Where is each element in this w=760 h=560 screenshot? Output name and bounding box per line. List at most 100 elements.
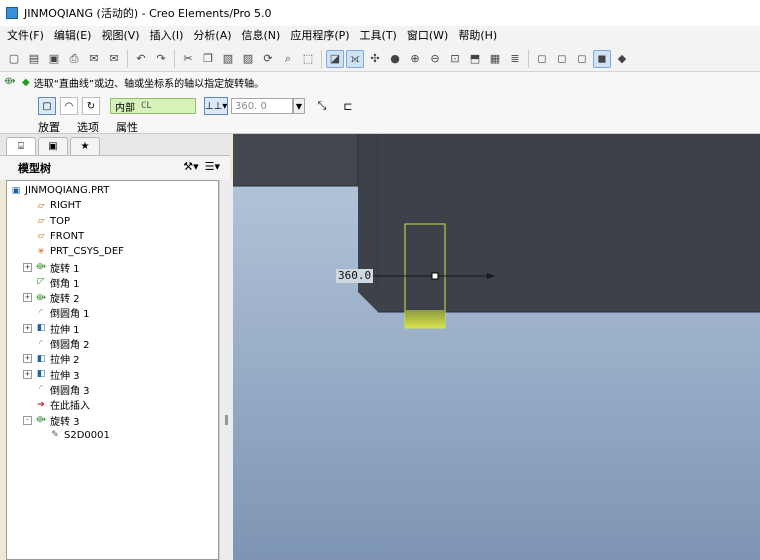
redo-icon[interactable]: ↷ — [152, 50, 170, 68]
graphics-window[interactable]: 360.0 — [233, 134, 760, 560]
tree-item[interactable]: ▱ RIGHT — [23, 198, 82, 213]
expand-icon[interactable]: + — [23, 354, 32, 364]
drag-handle[interactable] — [431, 272, 439, 280]
tree-item-label: 拉伸 1 — [50, 324, 80, 336]
zoom-in-icon[interactable]: ⊕ — [406, 50, 424, 68]
angle-dropdown-icon[interactable]: ▼ — [293, 98, 305, 114]
round-icon: ◜ — [39, 307, 43, 318]
reorient-icon[interactable]: ⬒ — [466, 50, 484, 68]
tree-item-label: 旋转 3 — [50, 416, 80, 428]
tree-item[interactable]: ➔ 在此插入 — [23, 397, 90, 413]
tree-item[interactable]: ▱ FRONT — [23, 229, 85, 244]
spin-center-icon[interactable]: ✣ — [366, 50, 384, 68]
favorites-tab[interactable]: ★ — [70, 137, 100, 155]
copy-icon[interactable]: ❐ — [199, 50, 217, 68]
model-tree: ▣ JINMOQIANG.PRT ▱ RIGHT ▱ TOP ▱ FRONT ✳ PRT_CSYS… — [6, 180, 219, 560]
flip-direction-icon[interactable]: ⤡ — [313, 97, 331, 115]
expand-icon[interactable]: + — [23, 323, 32, 333]
tree-item-label: 倒圆角 1 — [50, 309, 90, 321]
tree-item[interactable]: + ⟴ 旋转 1 — [23, 260, 80, 275]
splitter-grip-icon[interactable] — [225, 415, 228, 425]
tree-item[interactable]: ▣ JINMOQIANG.PRT — [9, 183, 110, 198]
email-icon[interactable]: ✉ — [85, 50, 103, 68]
revolve-axis-button[interactable]: ↻ — [82, 97, 100, 115]
tree-item[interactable]: ◜ 倒圆角 1 — [23, 305, 90, 321]
angle-input[interactable]: 360. 0 — [231, 98, 293, 114]
hidden-line-icon[interactable]: ◻ — [553, 50, 571, 68]
shading-icon[interactable]: ● — [386, 50, 404, 68]
tree-item[interactable]: ◸ 倒角 1 — [23, 275, 80, 290]
paste-icon[interactable]: ▧ — [219, 50, 237, 68]
axis-collector-value: 内部 — [115, 102, 135, 114]
open-file-icon[interactable]: ▤ — [25, 50, 43, 68]
angle-option-button[interactable]: ⊥⊥▾ — [204, 97, 228, 115]
tree-item[interactable]: ◜ 倒圆角 2 — [23, 336, 89, 352]
datum-display-icon[interactable]: ⟗ — [346, 49, 364, 68]
menu-file[interactable]: 文件(F) — [2, 26, 49, 46]
no-hidden-icon[interactable]: ◻ — [573, 50, 591, 68]
solid-type-button[interactable]: ▢ — [38, 97, 56, 115]
model-view[interactable] — [233, 134, 760, 560]
sketch-profile-fill — [405, 310, 445, 328]
tree-item[interactable]: ✳ PRT_CSYS_DEF — [23, 244, 124, 259]
wireframe-icon[interactable]: ◻ — [533, 50, 551, 68]
cut-icon[interactable]: ✂ — [179, 50, 197, 68]
expand-icon[interactable]: + — [23, 293, 32, 303]
tree-item[interactable]: + ⟴ 旋转 2 — [23, 290, 80, 305]
tree-item-label: TOP — [50, 215, 71, 227]
zoom-out-icon[interactable]: ⊖ — [426, 50, 444, 68]
angle-dimension[interactable]: 360.0 — [336, 269, 374, 283]
menu-insert[interactable]: 插入(I) — [145, 26, 189, 46]
tree-item[interactable]: ✎ S2D0001 — [37, 428, 110, 443]
creo-app-icon — [6, 7, 18, 19]
menu-window[interactable]: 窗口(W) — [402, 26, 453, 46]
find-icon[interactable]: ⌕ — [279, 50, 297, 68]
tree-item[interactable]: + ◧ 拉伸 1 — [23, 321, 80, 336]
select-box-icon[interactable]: ⬚ — [299, 50, 317, 68]
folder-browser-tab[interactable]: ▣ — [38, 137, 68, 155]
tree-item[interactable]: + ◧ 拉伸 2 — [23, 351, 80, 366]
toolbar-separator — [127, 49, 128, 68]
message-arrow-icon: ◆ — [22, 76, 30, 88]
email-link-icon[interactable]: ✉ — [105, 50, 123, 68]
axis-collector[interactable]: 内部 CL — [110, 98, 196, 114]
properties-tab[interactable]: 属性 — [116, 119, 138, 135]
paste-special-icon[interactable]: ▨ — [239, 50, 257, 68]
refit-icon[interactable]: ⊡ — [446, 50, 464, 68]
tree-item[interactable]: ◜ 倒圆角 3 — [23, 382, 89, 397]
menu-edit[interactable]: 编辑(E) — [49, 26, 97, 46]
menu-tools[interactable]: 工具(T) — [355, 26, 402, 46]
regenerate-icon[interactable]: ⟳ — [259, 50, 277, 68]
options-tab[interactable]: 选项 — [77, 119, 99, 135]
panel-splitter[interactable] — [219, 180, 233, 560]
model-tree-tab[interactable]: ⌸ — [6, 137, 36, 155]
menu-applications[interactable]: 应用程序(P) — [285, 26, 354, 46]
shaded-icon[interactable]: ◼ — [593, 49, 611, 68]
main-toolbar: ▢ ▤ ▣ ⎙ ✉ ✉ ↶ ↷ ✂ ❐ ▧ ▨ ⟳ ⌕ ⬚ ◪ ⟗ ✣ ● ⊕ … — [0, 46, 760, 72]
tree-item[interactable]: ▱ TOP — [23, 214, 70, 229]
remove-material-icon[interactable]: ⊏ — [339, 97, 357, 115]
expand-icon[interactable]: + — [23, 262, 32, 272]
tree-item[interactable]: + ◧ 拉伸 3 — [23, 367, 80, 382]
menu-info[interactable]: 信息(N) — [237, 26, 286, 46]
tree-item-label: 旋转 1 — [50, 263, 80, 275]
menu-analysis[interactable]: 分析(A) — [188, 26, 236, 46]
new-file-icon[interactable]: ▢ — [5, 50, 23, 68]
placement-tab[interactable]: 放置 — [38, 119, 60, 135]
tree-item[interactable]: - ⟴ 旋转 3 — [23, 413, 80, 428]
saved-views-icon[interactable]: ▦ — [486, 50, 504, 68]
expand-icon[interactable]: + — [23, 369, 32, 379]
datum-plane-icon: ▱ — [37, 231, 45, 242]
print-icon[interactable]: ⎙ — [65, 50, 83, 68]
tree-settings-icon[interactable]: ⚒▾ — [183, 160, 198, 173]
save-icon[interactable]: ▣ — [45, 50, 63, 68]
more-toolbar-icon[interactable]: ◆ — [613, 50, 631, 68]
sketch-view-icon[interactable]: ◪ — [326, 49, 344, 68]
undo-icon[interactable]: ↶ — [132, 50, 150, 68]
layers-icon[interactable]: ≣ — [506, 50, 524, 68]
menu-help[interactable]: 帮助(H) — [453, 26, 502, 46]
collapse-icon[interactable]: - — [23, 415, 32, 425]
surface-type-button[interactable]: ◠ — [60, 97, 78, 115]
tree-columns-icon[interactable]: ☰▾ — [205, 160, 220, 173]
menu-view[interactable]: 视图(V) — [96, 26, 144, 46]
